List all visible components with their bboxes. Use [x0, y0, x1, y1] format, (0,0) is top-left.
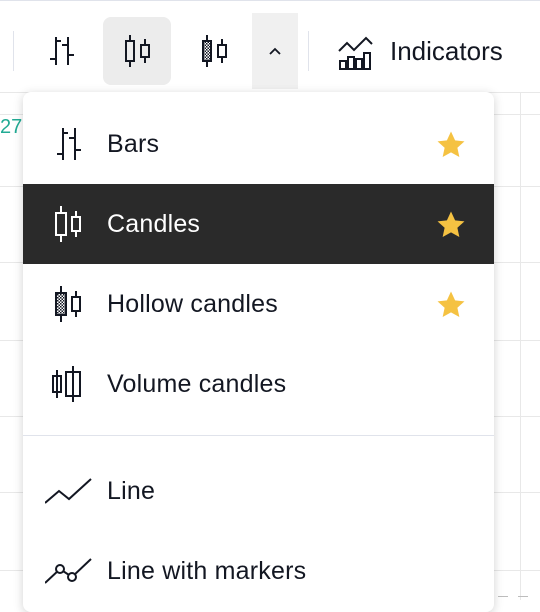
- menu-item-label: Bars: [107, 129, 160, 158]
- menu-item-line-with-markers[interactable]: Line with markers: [23, 531, 494, 611]
- menu-item-label: Line: [107, 476, 156, 505]
- indicators-button[interactable]: Indicators: [336, 23, 503, 79]
- line-markers-icon: [45, 558, 92, 584]
- hollow-candles-icon: [202, 35, 227, 67]
- menu-item-hollow-candles[interactable]: Hollow candles: [23, 264, 494, 344]
- line-icon: [45, 478, 92, 504]
- candles-icon: [55, 206, 81, 242]
- menu-item-label: Hollow candles: [107, 289, 278, 318]
- toolbar-separator: [308, 31, 309, 71]
- candles-icon: [125, 35, 150, 67]
- grid-line: [520, 92, 521, 600]
- chevron-up-icon: [269, 47, 281, 55]
- menu-divider: [23, 435, 494, 436]
- menu-item-bars[interactable]: Bars: [23, 104, 494, 184]
- star-icon[interactable]: [433, 128, 469, 162]
- indicators-icon: [338, 36, 373, 70]
- dashed-line: [498, 596, 508, 597]
- chart-type-menu: Bars Candles Hollow candles Volume candl…: [23, 92, 494, 612]
- menu-item-volume-candles[interactable]: Volume candles: [23, 344, 494, 424]
- indicators-label: Indicators: [390, 35, 503, 66]
- candles-button[interactable]: [103, 17, 171, 85]
- star-icon[interactable]: [433, 288, 469, 322]
- top-toolbar: Indicators: [0, 0, 540, 93]
- bars-button[interactable]: [28, 17, 96, 85]
- bars-icon: [57, 128, 81, 160]
- hollow-candles-button[interactable]: [180, 17, 248, 85]
- menu-item-label: Volume candles: [107, 369, 287, 398]
- bars-icon: [50, 37, 74, 65]
- volume-candles-icon: [52, 366, 81, 402]
- star-icon[interactable]: [433, 208, 469, 242]
- menu-item-label: Line with markers: [107, 556, 307, 585]
- hollow-candles-icon: [55, 286, 81, 322]
- dashed-line: [518, 596, 528, 597]
- menu-item-candles[interactable]: Candles: [23, 184, 494, 264]
- menu-item-label: Candles: [107, 209, 201, 238]
- chart-type-dropdown-toggle[interactable]: [252, 13, 298, 89]
- price-label: 27: [0, 116, 23, 138]
- toolbar-separator: [13, 31, 14, 71]
- menu-item-line[interactable]: Line: [23, 451, 494, 531]
